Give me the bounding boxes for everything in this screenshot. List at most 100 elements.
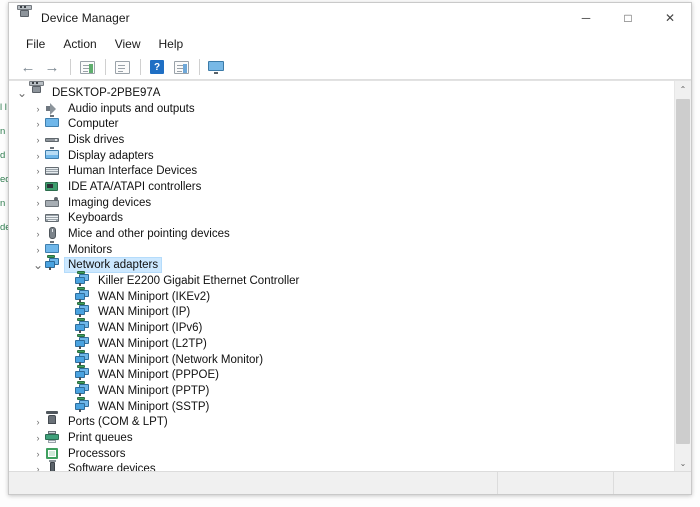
- chevron-placeholder: [61, 290, 75, 304]
- chevron-right-icon[interactable]: ›: [31, 196, 45, 210]
- help-icon[interactable]: ?: [146, 57, 168, 77]
- chevron-placeholder: [61, 305, 75, 319]
- tree-row[interactable]: › Software devices: [9, 460, 674, 471]
- chevron-right-icon[interactable]: ›: [31, 149, 45, 163]
- disk-drive-icon: [45, 133, 61, 147]
- back-arrow-glyph: ←: [20, 58, 36, 76]
- scroll-up-button[interactable]: ⌃: [675, 81, 691, 97]
- chevron-placeholder: [61, 337, 75, 351]
- chevron-down-icon[interactable]: ⌄: [31, 258, 45, 272]
- imaging-device-icon: [45, 196, 61, 210]
- tree-row[interactable]: › Imaging devices: [9, 195, 674, 211]
- tree-row[interactable]: › Mice and other pointing devices: [9, 226, 674, 242]
- title-bar: Device Manager ─ □ ✕: [9, 3, 691, 33]
- tree-row[interactable]: › Computer: [9, 115, 674, 132]
- chevron-right-icon[interactable]: ›: [31, 227, 45, 241]
- chevron-right-icon[interactable]: ›: [31, 164, 45, 178]
- status-cell-secondary: [498, 472, 614, 494]
- tree-row[interactable]: WAN Miniport (PPPOE): [9, 365, 674, 383]
- scroll-thumb[interactable]: [676, 99, 690, 444]
- device-manager-window: Device Manager ─ □ ✕ File Action View He…: [8, 2, 692, 495]
- maximize-button[interactable]: □: [607, 3, 649, 33]
- tree-item-label: Monitors: [68, 243, 113, 256]
- vertical-scrollbar[interactable]: ⌃ ⌄: [674, 81, 691, 471]
- tree-row[interactable]: › Ports (COM & LPT): [9, 411, 674, 430]
- printer-icon: [45, 430, 61, 445]
- scroll-track[interactable]: [675, 97, 691, 455]
- computer-icon: [45, 115, 61, 131]
- tree-row[interactable]: WAN Miniport (Network Monitor): [9, 349, 674, 368]
- tree-item-label: Killer E2200 Gigabit Ethernet Controller: [98, 275, 300, 288]
- menu-help[interactable]: Help: [150, 35, 193, 53]
- tree-row[interactable]: WAN Miniport (SSTP): [9, 396, 674, 415]
- keyboard-icon: [45, 211, 61, 225]
- tree-row[interactable]: ⌄ DESKTOP-2PBE97A: [9, 81, 674, 101]
- show-hidden-devices-icon[interactable]: [205, 57, 227, 77]
- port-icon: [45, 411, 61, 429]
- menu-view[interactable]: View: [106, 35, 150, 53]
- tree-item-label: Display adapters: [68, 149, 154, 162]
- toolbar-separator: [140, 59, 141, 75]
- tree-row[interactable]: WAN Miniport (IP): [9, 302, 674, 321]
- tree-row[interactable]: › Print queues: [9, 430, 674, 446]
- chevron-right-icon[interactable]: ›: [31, 117, 45, 131]
- close-button[interactable]: ✕: [649, 3, 691, 33]
- tree-row[interactable]: › Monitors: [9, 240, 674, 258]
- scan-hardware-icon[interactable]: [170, 57, 192, 77]
- tree-row[interactable]: WAN Miniport (L2TP): [9, 333, 674, 352]
- chevron-right-icon[interactable]: ›: [31, 243, 45, 257]
- display-adapter-icon: [45, 146, 61, 163]
- network-adapter-icon: [75, 271, 91, 288]
- update-driver-icon[interactable]: [111, 57, 133, 77]
- tree-row[interactable]: › Display adapters: [9, 146, 674, 164]
- tree-item-label: IDE ATA/ATAPI controllers: [68, 180, 202, 193]
- device-tree[interactable]: ⌄ DESKTOP-2PBE97A › Audio inputs and output…: [9, 81, 674, 471]
- menu-action[interactable]: Action: [54, 35, 105, 53]
- chevron-right-icon[interactable]: ›: [31, 447, 45, 461]
- back-arrow-icon[interactable]: ←: [17, 57, 39, 77]
- chevron-right-icon[interactable]: ›: [31, 431, 45, 445]
- tree-item-label: Audio inputs and outputs: [68, 102, 195, 115]
- tree-row[interactable]: WAN Miniport (PPTP): [9, 380, 674, 399]
- hid-icon: [45, 164, 61, 178]
- tree-row[interactable]: › IDE ATA/ATAPI controllers: [9, 179, 674, 195]
- tree-item-label: DESKTOP-2PBE97A: [52, 86, 161, 99]
- tree-row[interactable]: Killer E2200 Gigabit Ethernet Controller: [9, 271, 674, 289]
- chevron-placeholder: [61, 321, 75, 335]
- tree-item-label: WAN Miniport (IKEv2): [98, 290, 211, 303]
- chevron-right-icon[interactable]: ›: [31, 462, 45, 471]
- scroll-down-button[interactable]: ⌄: [675, 455, 691, 471]
- menu-file[interactable]: File: [17, 35, 54, 53]
- tree-row[interactable]: WAN Miniport (IKEv2): [9, 286, 674, 305]
- tree-row[interactable]: › Disk drives: [9, 132, 674, 148]
- chevron-placeholder: [61, 400, 75, 414]
- content-area: ⌄ DESKTOP-2PBE97A › Audio inputs and output…: [9, 80, 691, 471]
- tree-item-label: WAN Miniport (IP): [98, 306, 191, 319]
- chevron-right-icon[interactable]: ›: [31, 102, 45, 116]
- forward-arrow-icon[interactable]: →: [41, 57, 63, 77]
- tree-row[interactable]: › Processors: [9, 446, 674, 462]
- status-bar: [9, 471, 691, 494]
- properties-icon[interactable]: [76, 57, 98, 77]
- chevron-right-icon[interactable]: ›: [31, 180, 45, 194]
- toolbar-separator: [105, 59, 106, 75]
- tree-row[interactable]: › Human Interface Devices: [9, 163, 674, 179]
- chevron-right-icon[interactable]: ›: [31, 133, 45, 147]
- tree-row[interactable]: WAN Miniport (IPv6): [9, 318, 674, 336]
- tree-row[interactable]: › Audio inputs and outputs: [9, 101, 674, 117]
- chevron-right-icon[interactable]: ›: [31, 211, 45, 225]
- network-adapter-icon: [45, 255, 61, 272]
- chevron-right-icon[interactable]: ›: [31, 415, 45, 429]
- chevron-placeholder: [61, 274, 75, 288]
- software-device-icon: [45, 460, 61, 471]
- window-title: Device Manager: [41, 11, 130, 25]
- help-glyph: ?: [150, 60, 164, 74]
- minimize-button[interactable]: ─: [565, 3, 607, 33]
- status-cell-tertiary: [614, 472, 691, 494]
- tree-item-label: Ports (COM & LPT): [68, 416, 168, 429]
- tree-item-label: WAN Miniport (PPPOE): [98, 369, 219, 382]
- network-adapter-icon: [75, 380, 91, 398]
- chevron-down-icon[interactable]: ⌄: [15, 86, 29, 100]
- tree-row[interactable]: ⌄ Network adapters: [9, 255, 674, 274]
- tree-row[interactable]: › Keyboards: [9, 211, 674, 227]
